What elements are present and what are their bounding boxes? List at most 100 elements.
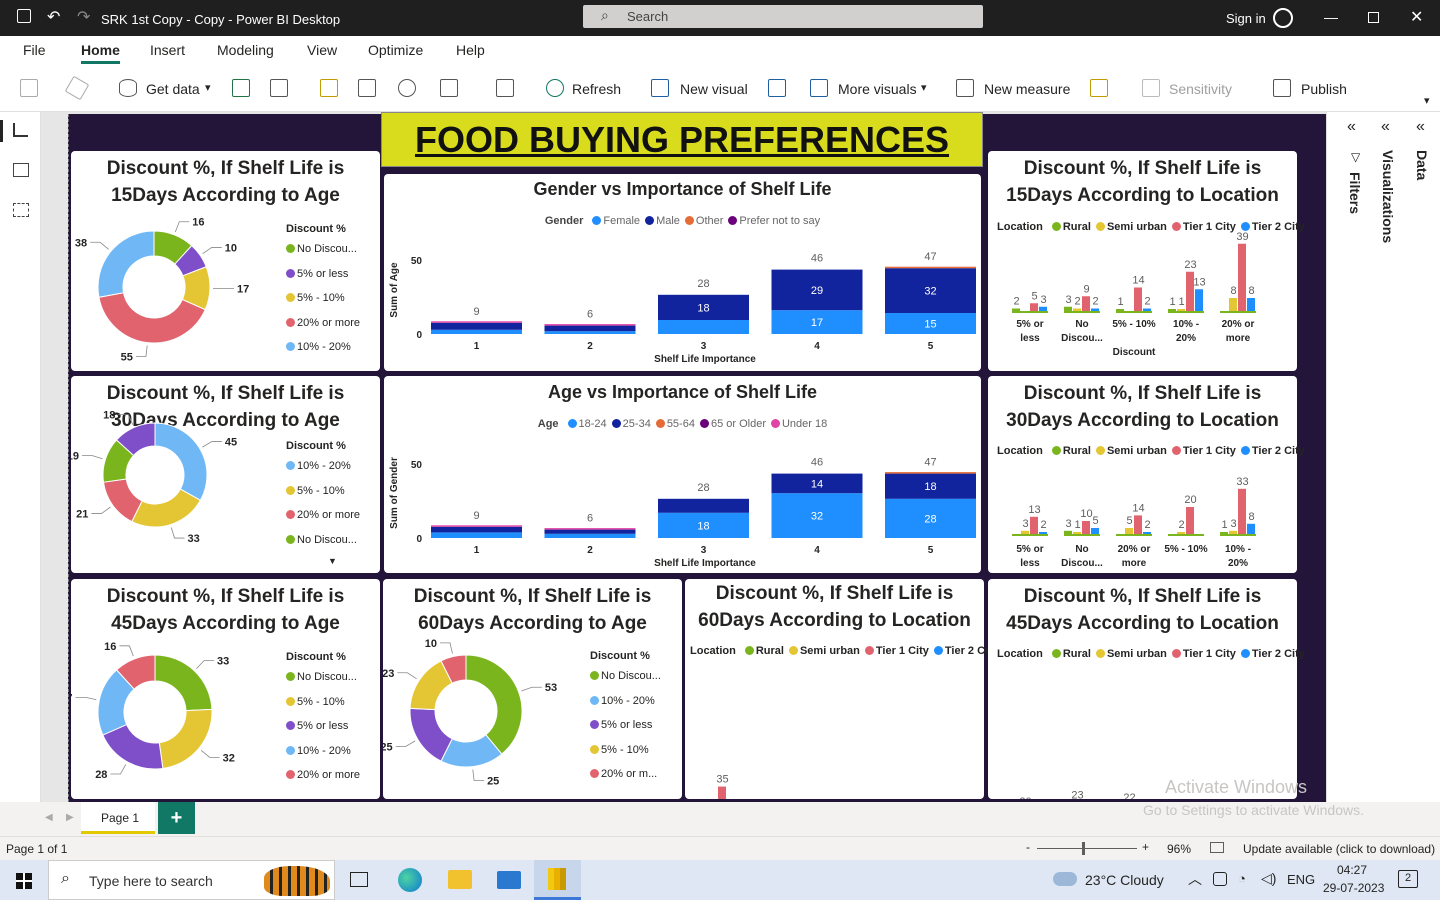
menu-home[interactable]: Home <box>81 42 120 64</box>
enter-data-icon[interactable] <box>358 79 376 97</box>
save-icon[interactable] <box>17 9 31 23</box>
add-page-button[interactable]: + <box>158 802 195 834</box>
recent-sources-icon[interactable] <box>440 79 458 97</box>
visualizations-pane-tab[interactable]: Visualizations <box>1380 150 1396 243</box>
menu-optimize[interactable]: Optimize <box>368 42 423 58</box>
taskbar-search-box[interactable]: ⌕ Type here to search <box>48 860 335 900</box>
legend-scroll-down-icon[interactable]: ▼ <box>328 556 337 566</box>
file-explorer-icon[interactable] <box>448 870 472 889</box>
y-axis-tick-label: 0 <box>416 534 422 545</box>
menu-file[interactable]: File <box>23 42 46 58</box>
text-box-icon[interactable] <box>768 79 786 97</box>
gender-vs-shelf-life-card[interactable]: Gender vs Importance of Shelf Life Gende… <box>384 174 981 371</box>
task-view-icon[interactable] <box>350 872 368 887</box>
weather-text[interactable]: 23°C Cloudy <box>1085 872 1164 888</box>
column-bar <box>1238 488 1246 535</box>
datahub-icon[interactable] <box>270 79 288 97</box>
donut-card-60days[interactable]: Discount %, If Shelf Life is 60Days Accor… <box>383 579 682 799</box>
prev-page-icon[interactable]: ◀ <box>45 812 53 823</box>
model-view-icon[interactable] <box>13 203 29 217</box>
menu-view[interactable]: View <box>307 42 337 58</box>
total-data-label: 9 <box>473 510 479 522</box>
windows-taskbar: ⌕ Type here to search 23°C Cloudy ︿ ◔ ◁)… <box>0 860 1440 900</box>
restore-icon[interactable] <box>1368 12 1379 23</box>
location-card-60days[interactable]: Discount %, If Shelf Life is 60Days Accor… <box>685 579 998 799</box>
edge-icon[interactable] <box>398 868 422 892</box>
search-input[interactable]: ⌕ Search <box>583 5 983 28</box>
data-pane-tab[interactable]: Data <box>1414 150 1430 180</box>
publish-button[interactable]: Publish <box>1301 81 1347 97</box>
clock-time[interactable]: 04:27 <box>1337 863 1367 877</box>
paste-icon[interactable] <box>20 79 38 97</box>
language-indicator[interactable]: ENG <box>1287 872 1315 887</box>
report-view-button[interactable] <box>13 123 28 137</box>
sign-in-link[interactable]: Sign in <box>1226 11 1266 26</box>
location-card-15days[interactable]: Discount %, If Shelf Life is 15Days Accor… <box>988 151 1305 371</box>
donut-card-15days[interactable]: Discount %, If Shelf Life is 15Days Accor… <box>71 151 380 371</box>
new-measure-button[interactable]: New measure <box>984 81 1070 97</box>
get-data-button[interactable]: Get data <box>146 81 200 97</box>
format-painter-icon[interactable] <box>64 75 90 101</box>
donut-card-45days[interactable]: Discount %, If Shelf Life is 45Days Accor… <box>71 579 380 799</box>
location-card-30days[interactable]: Discount %, If Shelf Life is 30Days Accor… <box>988 376 1305 573</box>
table-view-icon[interactable] <box>13 163 29 177</box>
redo-icon[interactable]: ↷ <box>77 7 90 27</box>
volume-icon[interactable]: ◁) <box>1261 870 1276 887</box>
meet-now-icon[interactable] <box>1213 872 1227 886</box>
wifi-icon[interactable]: ◔ <box>1238 871 1246 886</box>
filters-pane-tab[interactable]: Filters <box>1347 172 1363 214</box>
powerbi-taskbar-button[interactable] <box>534 860 581 900</box>
excel-icon[interactable] <box>232 79 250 97</box>
more-visuals-button[interactable]: More visuals <box>838 81 917 97</box>
get-data-chevron-icon[interactable]: ▾ <box>205 81 211 94</box>
zoom-out-button[interactable]: - <box>1026 840 1030 854</box>
report-view-icon[interactable] <box>0 120 3 142</box>
bar-data-label: 22 <box>1123 792 1135 799</box>
menu-help[interactable]: Help <box>456 42 485 58</box>
next-page-icon[interactable]: ▶ <box>66 812 74 823</box>
ribbon: Get data ▾ Refresh New visual More visua… <box>0 64 1440 112</box>
location-card-45days[interactable]: Discount %, If Shelf Life is 45Days Accor… <box>988 579 1305 799</box>
transform-data-icon[interactable] <box>496 79 514 97</box>
sensitivity-icon[interactable] <box>1142 79 1160 97</box>
close-icon[interactable]: ✕ <box>1410 7 1423 27</box>
visualizations-expand-icon[interactable]: « <box>1381 118 1390 136</box>
notifications-icon[interactable]: 2 <box>1398 870 1418 888</box>
zoom-slider[interactable] <box>1037 848 1137 849</box>
filters-expand-icon[interactable]: « <box>1347 118 1356 136</box>
clock-date[interactable]: 29-07-2023 <box>1323 881 1384 895</box>
dataverse-icon[interactable] <box>398 79 416 97</box>
get-data-icon[interactable] <box>119 79 137 97</box>
refresh-button[interactable]: Refresh <box>572 81 621 97</box>
legend-label: 20% or more <box>297 769 360 781</box>
fit-to-page-icon[interactable] <box>1210 842 1224 853</box>
more-visuals-chevron-icon[interactable]: ▾ <box>921 81 927 94</box>
zoom-slider-handle[interactable] <box>1082 842 1085 855</box>
account-icon[interactable] <box>1273 8 1293 28</box>
undo-icon[interactable]: ↶ <box>47 7 60 27</box>
ribbon-collapse-icon[interactable]: ▾ <box>1424 94 1430 107</box>
slice-data-label: 33 <box>188 533 200 545</box>
x-axis-tick-label: less <box>1020 558 1040 569</box>
new-measure-icon[interactable] <box>956 79 974 97</box>
show-hidden-icons-icon[interactable]: ︿ <box>1188 869 1202 889</box>
minimize-icon[interactable]: — <box>1324 9 1338 25</box>
zoom-in-button[interactable]: + <box>1142 840 1149 854</box>
new-visual-button[interactable]: New visual <box>680 81 748 97</box>
quick-measure-icon[interactable] <box>1090 79 1108 97</box>
more-visuals-icon[interactable] <box>810 79 828 97</box>
mail-icon[interactable] <box>497 871 521 889</box>
data-expand-icon[interactable]: « <box>1416 118 1425 136</box>
age-vs-shelf-life-card[interactable]: Age vs Importance of Shelf Life Age 18-24… <box>384 376 981 573</box>
update-available-link[interactable]: Update available (click to download) <box>1243 842 1435 856</box>
refresh-icon[interactable] <box>546 79 564 97</box>
sql-icon[interactable] <box>320 79 338 97</box>
windows-start-icon[interactable] <box>16 873 32 889</box>
sensitivity-button[interactable]: Sensitivity <box>1169 81 1232 97</box>
donut-card-30days[interactable]: Discount %, If Shelf Life is 30Days Accor… <box>71 376 380 573</box>
menu-modeling[interactable]: Modeling <box>217 42 274 58</box>
new-visual-icon[interactable] <box>651 79 669 97</box>
menu-insert[interactable]: Insert <box>150 42 185 58</box>
publish-icon[interactable] <box>1273 79 1291 97</box>
page-tab-1[interactable]: Page 1 <box>81 802 155 834</box>
